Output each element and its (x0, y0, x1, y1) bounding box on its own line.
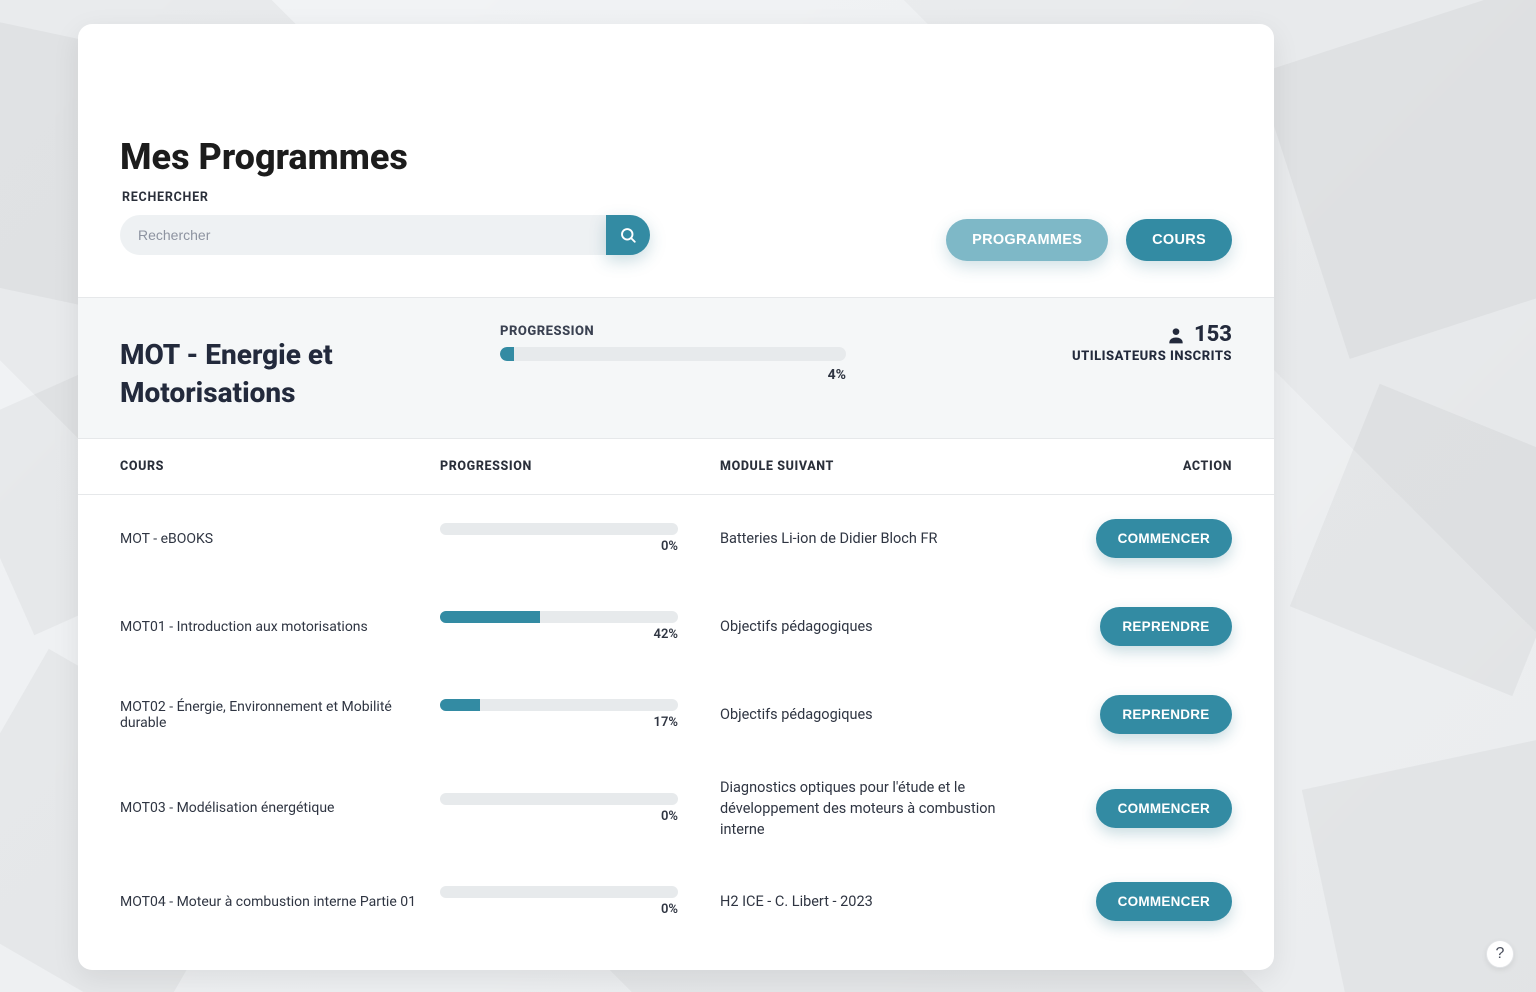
next-module: H2 ICE - C. Libert - 2023 (720, 891, 1012, 912)
help-button[interactable]: ? (1486, 940, 1514, 968)
next-module: Diagnostics optiques pour l'étude et le … (720, 777, 1012, 840)
action-button[interactable]: REPRENDRE (1100, 607, 1232, 646)
search-icon (619, 226, 637, 244)
course-progress-pct: 42% (440, 627, 678, 642)
table-row: MOT01 - Introduction aux motorisations 42… (78, 583, 1274, 671)
enrolled-block: 153 UTILISATEURS INSCRITS (952, 322, 1232, 364)
action-button[interactable]: COMMENCER (1096, 882, 1232, 921)
next-module: Batteries Li-ion de Didier Bloch FR (720, 528, 1012, 549)
th-course: COURS (120, 459, 420, 474)
program-progress-fill (500, 347, 514, 361)
course-title: MOT01 - Introduction aux motorisations (120, 619, 420, 635)
course-title: MOT03 - Modélisation énergétique (120, 800, 420, 816)
next-module: Objectifs pédagogiques (720, 616, 1012, 637)
search-label: RECHERCHER (122, 190, 650, 205)
action-cell: COMMENCER (1032, 882, 1232, 921)
table-row: MOT04 - Moteur à combustion interne Part… (78, 858, 1274, 946)
program-progress-pct: 4% (500, 367, 846, 383)
course-progress: 17% (440, 699, 700, 730)
table-header: COURS PROGRESSION MODULE SUIVANT ACTION (78, 439, 1274, 495)
course-progress-pct: 17% (440, 715, 678, 730)
program-summary: MOT - Energie et Motorisations PROGRESSI… (78, 297, 1274, 438)
course-progress-bar (440, 611, 678, 623)
th-progress: PROGRESSION (440, 459, 700, 474)
table-row: MOT - eBOOKS 0% Batteries Li-ion de Didier… (78, 495, 1274, 583)
action-cell: REPRENDRE (1032, 695, 1232, 734)
course-title: MOT02 - Énergie, Environnement et Mobili… (120, 699, 420, 731)
course-progress: 0% (440, 886, 700, 917)
enrolled-count: 153 (1194, 322, 1232, 347)
action-button[interactable]: REPRENDRE (1100, 695, 1232, 734)
tab-programmes[interactable]: PROGRAMMES (946, 219, 1108, 261)
program-progress-bar (500, 347, 846, 361)
th-action: ACTION (1032, 459, 1232, 474)
search-group (120, 215, 650, 255)
main-card: Mes Programmes RECHERCHER PROGRAMMES COU (78, 24, 1274, 970)
course-progress: 42% (440, 611, 700, 642)
course-progress-pct: 0% (440, 809, 678, 824)
th-module: MODULE SUIVANT (720, 459, 1012, 474)
next-module: Objectifs pédagogiques (720, 704, 1012, 725)
table-row: MOT03 - Modélisation énergétique 0% Diagno… (78, 759, 1274, 858)
course-progress: 0% (440, 793, 700, 824)
course-progress: 0% (440, 523, 700, 554)
program-progress-label: PROGRESSION (500, 324, 942, 339)
action-cell: REPRENDRE (1032, 607, 1232, 646)
tab-group: PROGRAMMES COURS (946, 219, 1232, 261)
page-title: Mes Programmes (120, 136, 1232, 178)
enrolled-label: UTILISATEURS INSCRITS (952, 349, 1232, 364)
course-progress-pct: 0% (440, 539, 678, 554)
search-button[interactable] (606, 215, 650, 255)
course-progress-fill (440, 699, 480, 711)
action-button[interactable]: COMMENCER (1096, 519, 1232, 558)
search-input[interactable] (120, 215, 606, 255)
course-progress-bar (440, 523, 678, 535)
tab-cours[interactable]: COURS (1126, 219, 1232, 261)
course-progress-bar (440, 886, 678, 898)
action-cell: COMMENCER (1032, 789, 1232, 828)
table-row: MOT02 - Énergie, Environnement et Mobili… (78, 671, 1274, 759)
action-button[interactable]: COMMENCER (1096, 789, 1232, 828)
course-progress-fill (440, 611, 540, 623)
action-cell: COMMENCER (1032, 519, 1232, 558)
course-title: MOT - eBOOKS (120, 531, 420, 547)
course-progress-bar (440, 699, 678, 711)
courses-table: COURS PROGRESSION MODULE SUIVANT ACTION … (78, 438, 1274, 946)
course-progress-bar (440, 793, 678, 805)
course-title: MOT04 - Moteur à combustion interne Part… (120, 894, 420, 910)
program-title: MOT - Energie et Motorisations (120, 336, 490, 412)
user-icon (1166, 325, 1186, 345)
course-progress-pct: 0% (440, 902, 678, 917)
help-icon: ? (1496, 945, 1505, 963)
